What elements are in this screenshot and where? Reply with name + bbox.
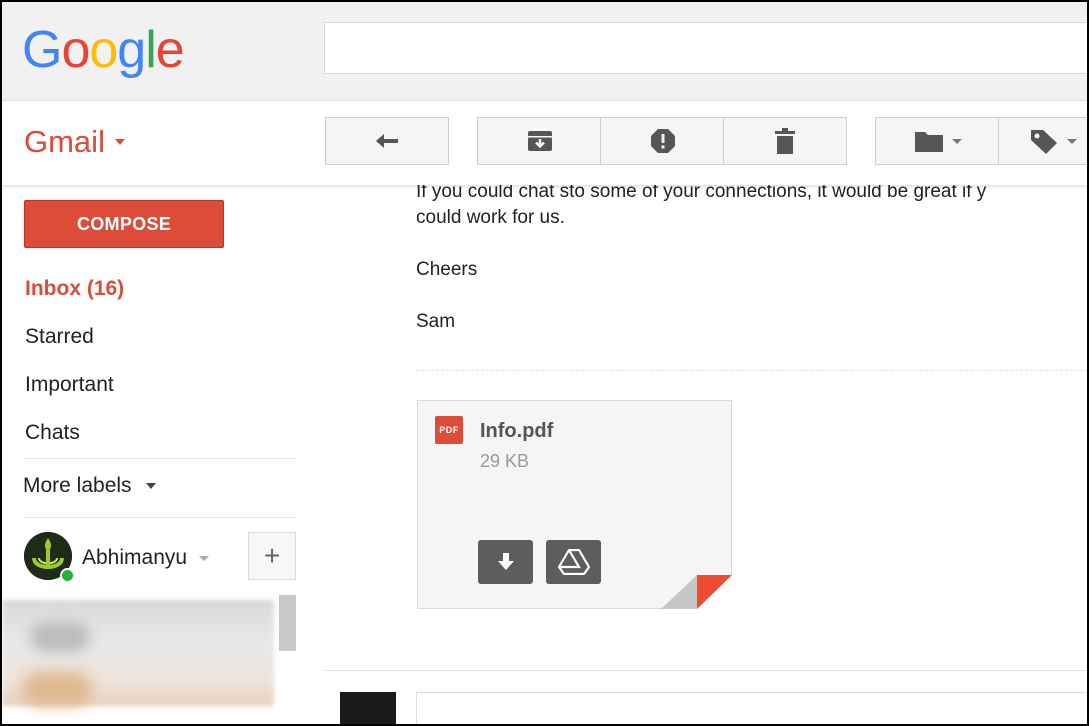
chevron-down-icon — [199, 555, 210, 561]
sidebar-item-chats[interactable]: Chats — [25, 420, 80, 446]
download-icon — [497, 553, 514, 570]
message-line: Sam — [416, 311, 456, 332]
more-labels-button[interactable]: More labels — [23, 473, 156, 499]
chevron-down-icon — [145, 483, 156, 489]
gmail-label: Gmail — [24, 124, 105, 159]
sidebar-divider — [24, 458, 296, 459]
google-drive-icon — [557, 549, 590, 575]
new-conversation-button[interactable]: + — [248, 532, 296, 580]
sidebar-item-starred[interactable]: Starred — [25, 324, 94, 350]
labels-button[interactable] — [998, 117, 1087, 165]
app-window: Google Gmail COMPOSE Inbox (16) Starred … — [0, 0, 1089, 726]
logo-letter: o — [61, 21, 90, 79]
save-to-drive-button[interactable] — [546, 540, 601, 584]
compose-button[interactable]: COMPOSE — [24, 200, 224, 248]
online-status-indicator — [60, 568, 75, 583]
message-line: could work for us. — [416, 207, 565, 228]
logo-letter: e — [155, 21, 185, 79]
pdf-file-icon: PDF — [435, 416, 463, 444]
top-header: Google — [2, 2, 1087, 101]
archive-button[interactable] — [477, 117, 601, 165]
user-name: Abhimanyu — [82, 546, 188, 569]
delete-button[interactable] — [723, 117, 847, 165]
plus-icon: + — [263, 540, 281, 571]
move-to-button[interactable] — [875, 117, 999, 165]
chevron-down-icon — [951, 138, 962, 144]
thread-divider — [325, 670, 1087, 671]
pdf-corner-fold-icon — [661, 575, 732, 609]
chevron-down-icon — [1067, 138, 1077, 144]
logo-letter: G — [22, 21, 62, 79]
reply-box[interactable] — [416, 692, 1087, 724]
download-attachment-button[interactable] — [478, 540, 533, 584]
attachment-file-size: 29 KB — [480, 451, 530, 471]
report-spam-icon — [650, 129, 675, 153]
reply-icon — [376, 134, 398, 148]
logo-letter: g — [117, 21, 146, 79]
attachment-file-name: Info.pdf — [480, 420, 554, 442]
gmail-menu-button[interactable]: Gmail — [24, 122, 125, 162]
archive-icon — [527, 131, 552, 151]
logo-letter: o — [89, 21, 118, 79]
action-bar: Gmail — [2, 101, 1087, 185]
sidebar-item-important[interactable]: Important — [25, 372, 114, 398]
attachments-divider — [416, 370, 1087, 371]
hangouts-user-menu[interactable]: Abhimanyu — [82, 545, 210, 571]
message-line: Cheers — [416, 259, 478, 280]
search-input[interactable] — [324, 22, 1087, 74]
folder-icon — [914, 132, 943, 152]
delete-icon — [775, 128, 795, 154]
report-spam-button[interactable] — [600, 117, 724, 165]
logo-letter: l — [145, 21, 157, 79]
sidebar-item-inbox[interactable]: Inbox (16) — [25, 276, 124, 302]
google-logo[interactable]: Google — [22, 19, 185, 81]
sidebar-divider — [24, 517, 296, 518]
chevron-down-icon — [114, 139, 125, 145]
blurred-contact-avatar — [30, 622, 90, 652]
blurred-contact-avatar — [22, 672, 92, 706]
more-labels-label: More labels — [23, 474, 132, 497]
sidebar-scrollbar[interactable] — [279, 595, 296, 651]
label-icon — [1031, 130, 1057, 154]
sender-avatar — [340, 692, 396, 724]
reply-button[interactable] — [325, 117, 449, 165]
